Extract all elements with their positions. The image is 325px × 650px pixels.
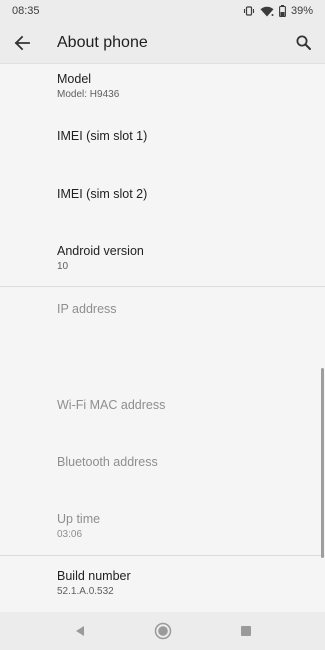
item-title: Android version: [57, 244, 144, 258]
back-button[interactable]: [0, 22, 44, 64]
recents-square-icon: [240, 626, 251, 636]
item-title: Up time: [57, 512, 101, 526]
scrollbar[interactable]: [321, 368, 324, 558]
item-subtitle: Model: H9436: [57, 89, 120, 100]
app-bar: About phone: [0, 22, 325, 64]
settings-list: Model Model: H9436 IMEI (sim slot 1) IME…: [0, 64, 325, 612]
item-title: Wi-Fi MAC address: [57, 398, 166, 412]
list-item-android-version[interactable]: Android version 10: [0, 243, 325, 274]
list-item-wifi-mac: Wi-Fi MAC address: [0, 397, 325, 413]
list-item-imei-1[interactable]: IMEI (sim slot 1): [0, 128, 325, 144]
status-bar: 08:35 39%: [0, 0, 325, 22]
divider: [0, 286, 325, 287]
back-triangle-icon: [75, 626, 84, 636]
search-icon: [296, 35, 311, 50]
item-subtitle: 52.1.A.0.532: [57, 586, 114, 597]
nav-recents-button[interactable]: [226, 612, 266, 650]
list-item-bluetooth-address: Bluetooth address: [0, 454, 325, 470]
item-subtitle: 10: [57, 261, 69, 272]
divider: [0, 555, 325, 556]
list-item-model[interactable]: Model Model: H9436: [0, 71, 325, 102]
item-title: Model: [57, 72, 92, 86]
list-item-build-number[interactable]: Build number 52.1.A.0.532: [0, 568, 325, 599]
list-item-ip-address: IP address: [0, 301, 325, 317]
item-title: IMEI (sim slot 1): [57, 129, 148, 143]
navigation-bar: [0, 612, 325, 650]
item-title: IMEI (sim slot 2): [57, 187, 148, 201]
page-title: About phone: [57, 33, 148, 51]
battery-percent: 39%: [290, 5, 313, 17]
item-title: IP address: [57, 302, 117, 316]
item-subtitle: 03:06: [57, 529, 83, 540]
item-title: Build number: [57, 569, 131, 583]
item-title: Bluetooth address: [57, 455, 158, 469]
nav-home-button[interactable]: [143, 612, 183, 650]
vibrate-icon: [243, 6, 255, 16]
nav-back-button[interactable]: [60, 612, 100, 650]
status-icons: 39%: [243, 5, 313, 17]
battery-icon: [279, 5, 286, 17]
wifi-icon: [260, 6, 274, 17]
status-time: 08:35: [12, 5, 40, 17]
list-item-up-time: Up time 03:06: [0, 511, 325, 542]
search-button[interactable]: [283, 22, 323, 64]
list-item-imei-2[interactable]: IMEI (sim slot 2): [0, 186, 325, 202]
home-circle-icon: [154, 622, 171, 640]
arrow-back-icon: [14, 35, 30, 50]
